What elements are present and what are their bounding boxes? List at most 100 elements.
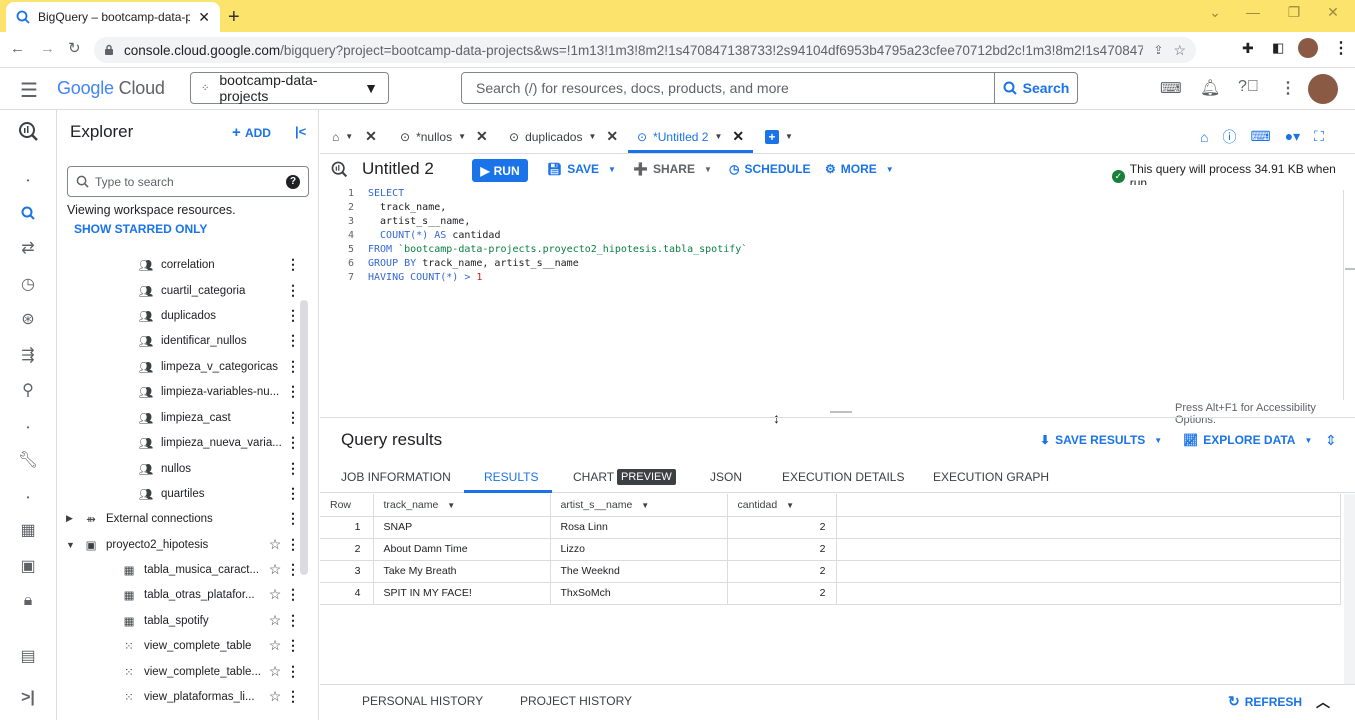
more-actions-icon[interactable]: ⋮ — [284, 282, 302, 299]
tab-chart[interactable]: CHART — [573, 470, 614, 484]
info-icon[interactable]: ⓘ — [1222, 127, 1236, 147]
tab-execution-details[interactable]: EXECUTION DETAILS — [782, 470, 904, 484]
explorer-item[interactable]: ▦ tabla_musica_caract... ☆ ⋮ — [57, 557, 302, 582]
global-search[interactable]: Search (/) for resources, docs, products… — [461, 72, 1078, 104]
results-scrollbar[interactable] — [1344, 494, 1355, 684]
history-icon[interactable]: ◷ — [14, 270, 42, 298]
sql-editor[interactable] — [320, 185, 1355, 417]
dashboard-icon[interactable]: ▦ — [14, 516, 42, 544]
monitoring-icon[interactable]: ▣ — [14, 552, 42, 580]
explore-data-button[interactable]: 📈︎ EXPLORE DATA ▼ — [1183, 433, 1312, 447]
more-actions-icon[interactable]: ⋮ — [284, 637, 302, 654]
star-icon[interactable]: ☆ — [266, 612, 284, 629]
release-notes-icon[interactable]: ▤ — [14, 642, 42, 670]
explorer-item[interactable]: 👥︎ limpeza_v_categoricas ⋮ — [57, 354, 302, 379]
wrench-icon[interactable]: 🔧︎ — [14, 446, 42, 474]
reload-icon[interactable]: ↻ — [68, 39, 81, 57]
chevron-up-icon[interactable]: ︿ — [1316, 692, 1330, 712]
new-query-button[interactable]: + ▼ — [765, 120, 793, 153]
project-selector[interactable]: ⁘ bootcamp-data-projects ▼ — [190, 72, 389, 104]
dropdown-icon[interactable]: ▼ — [786, 501, 794, 510]
explorer-item[interactable]: ⁙ view_complete_table... ☆ ⋮ — [57, 659, 302, 684]
explorer-item[interactable]: ⁙ view_plataformas_li... ☆ ⋮ — [57, 684, 302, 709]
star-icon[interactable]: ☆ — [266, 561, 284, 578]
google-cloud-logo[interactable]: Google Cloud — [57, 78, 165, 99]
analytics-hub-icon[interactable]: ⊛ — [14, 305, 42, 333]
run-button[interactable]: ▶ RUN — [472, 159, 528, 182]
side-panel-icon[interactable]: ◧ — [1272, 40, 1284, 56]
more-actions-icon[interactable]: ⋮ — [284, 586, 302, 603]
explorer-item[interactable]: 👥︎ duplicados ⋮ — [57, 303, 302, 328]
extensions-icon[interactable]: ✚ — [1242, 40, 1254, 57]
address-bar[interactable]: console.cloud.google.com/bigquery?projec… — [94, 37, 1196, 63]
more-button[interactable]: ⚙ MORE ▼ — [825, 162, 894, 176]
close-icon[interactable]: ✕ — [606, 128, 618, 145]
explorer-item[interactable]: ▶ ⇻ External connections ⋮ — [57, 506, 302, 531]
back-icon[interactable]: ← — [10, 40, 25, 57]
minimize-icon[interactable]: — — [1238, 4, 1268, 26]
star-icon[interactable]: ☆ — [266, 536, 284, 553]
tab-job-information[interactable]: JOB INFORMATION — [341, 470, 451, 484]
personal-history-tab[interactable]: PERSONAL HISTORY — [362, 694, 483, 708]
star-icon[interactable]: ☆ — [266, 663, 284, 680]
explorer-item[interactable]: 👥︎ nullos ⋮ — [57, 456, 302, 481]
fullscreen-icon[interactable]: ⛶ — [1314, 128, 1324, 145]
more-actions-icon[interactable]: ⋮ — [284, 612, 302, 629]
cloud-shell-icon[interactable]: ⌨ — [1160, 79, 1182, 97]
close-tab-icon[interactable]: ✕ — [198, 9, 210, 26]
expand-rail-icon[interactable]: >| — [14, 684, 42, 712]
new-tab-icon[interactable]: + — [228, 6, 240, 29]
dataflow-icon[interactable]: ⇶ — [14, 341, 42, 369]
settings-menu-icon[interactable]: ⋮ — [1280, 78, 1296, 98]
share-button[interactable]: ➕ SHARE ▼ — [633, 162, 712, 176]
star-icon[interactable]: ☆ — [266, 586, 284, 603]
dropdown-icon[interactable]: ▼ — [641, 501, 649, 510]
chevron-down-icon[interactable]: ⌄ — [1200, 4, 1230, 26]
maximize-icon[interactable]: ❐ — [1279, 4, 1309, 26]
share-page-icon[interactable]: ⇪ — [1153, 43, 1163, 57]
column-header-cantidad[interactable]: cantidad ▼ — [727, 494, 837, 517]
bookmark-star-icon[interactable]: ☆ — [1173, 42, 1186, 59]
search-input[interactable]: Search (/) for resources, docs, products… — [462, 73, 994, 103]
explorer-item[interactable]: ▦ tabla_otras_platafor... ☆ ⋮ — [57, 582, 302, 607]
collapse-explorer-icon[interactable]: |< — [295, 124, 306, 139]
home-tab[interactable]: ⌂ ▼ ✕ — [332, 120, 377, 153]
help-icon[interactable]: ?⃝ — [1238, 78, 1259, 96]
tab-json[interactable]: JSON — [710, 470, 742, 484]
more-actions-icon[interactable]: ⋮ — [284, 663, 302, 680]
expand-results-icon[interactable]: ⇕ — [1325, 432, 1337, 449]
resize-handle[interactable] — [830, 411, 852, 413]
tab-nullos[interactable]: ⊙ *nullos ▼ ✕ — [400, 120, 488, 153]
transfers-icon[interactable]: ⇄ — [14, 234, 42, 262]
forward-icon[interactable]: → — [40, 40, 55, 57]
browser-tab[interactable]: BigQuery – bootcamp-data-proj ✕ — [6, 2, 220, 32]
search-nav-icon[interactable] — [14, 199, 42, 227]
close-icon[interactable]: ✕ — [476, 128, 488, 145]
home-icon[interactable]: ⌂ — [1200, 129, 1208, 145]
explorer-search-input[interactable]: Type to search ? — [67, 166, 309, 197]
expand-arrow-icon[interactable]: ▶ — [66, 513, 82, 524]
tab-duplicados[interactable]: ⊙ duplicados ▼ ✕ — [509, 120, 618, 153]
tab-execution-graph[interactable]: EXECUTION GRAPH — [933, 470, 1049, 484]
keyboard-icon[interactable]: ⌨ — [1250, 128, 1270, 145]
tab-results[interactable]: RESULTS — [484, 470, 538, 484]
schedule-button[interactable]: ◷ SCHEDULE — [729, 162, 811, 176]
project-history-tab[interactable]: PROJECT HISTORY — [520, 694, 632, 708]
explorer-item[interactable]: 👥︎ limpieza_nueva_varia... ⋮ — [57, 430, 302, 455]
explorer-item[interactable]: ▼ ▣ proyecto2_hipotesis ☆ ⋮ — [57, 532, 302, 557]
save-button[interactable]: 💾︎ SAVE ▼ — [547, 162, 616, 176]
explorer-item[interactable]: 👥︎ quartiles ⋮ — [57, 481, 302, 506]
show-starred-button[interactable]: SHOW STARRED ONLY — [74, 222, 207, 236]
tab-untitled-2[interactable]: ⊙ *Untitled 2 ▼ ✕ — [637, 120, 744, 153]
column-header-artist[interactable]: artist_s__name ▼ — [550, 494, 728, 517]
more-actions-icon[interactable]: ⋮ — [284, 688, 302, 705]
browser-menu-icon[interactable]: ⋮ — [1333, 38, 1349, 58]
close-icon[interactable]: ✕ — [365, 128, 377, 145]
explorer-item[interactable]: ⁙ view_complete_table ☆ ⋮ — [57, 633, 302, 658]
search-button[interactable]: Search — [994, 73, 1077, 103]
add-button[interactable]: + ADD — [232, 124, 271, 141]
explorer-item[interactable]: 👥︎ cuartil_categoria ⋮ — [57, 278, 302, 303]
close-icon[interactable]: ✕ — [732, 128, 744, 145]
explorer-item[interactable]: 👥︎ limpieza-variables-nu... ⋮ — [57, 379, 302, 404]
lightbulb-icon[interactable]: ●▾ — [1285, 128, 1300, 145]
